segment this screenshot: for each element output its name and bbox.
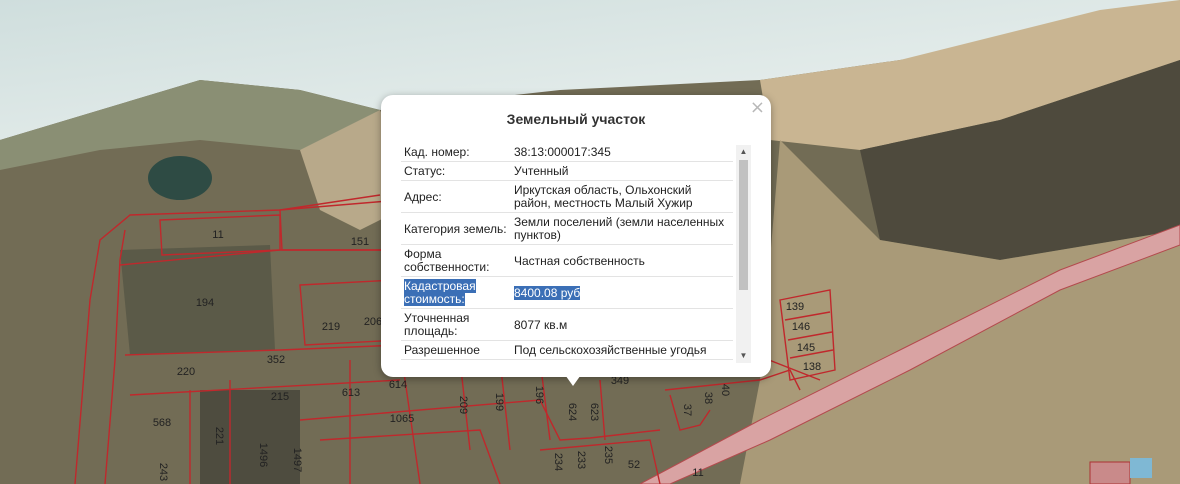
plot-label: 623 xyxy=(588,403,600,421)
row-label: Форма собственности: xyxy=(401,244,511,277)
plot-label: 220 xyxy=(177,366,195,378)
plot-label: 199 xyxy=(493,393,505,411)
popup-title: Земельный участок xyxy=(506,111,646,127)
row-value: Земли поселений (земли населенных пункто… xyxy=(511,212,733,245)
row-value: Учтенный xyxy=(511,161,733,181)
scroll-down-icon[interactable]: ▼ xyxy=(736,349,751,363)
plot-label: 613 xyxy=(342,387,360,399)
plot-label: 233 xyxy=(575,451,587,469)
row-label: Адрес: xyxy=(401,180,511,213)
scroll-up-icon[interactable]: ▲ xyxy=(736,145,751,159)
row-label: Кад. номер: xyxy=(401,143,511,162)
plot-label: 219 xyxy=(322,321,340,333)
plot-label: 1065 xyxy=(390,413,414,425)
table-row: Категория земель: Земли поселений (земли … xyxy=(401,212,733,245)
row-value: Частная собственность xyxy=(511,244,733,277)
plot-label: 52 xyxy=(628,459,640,471)
plot-label: 221 xyxy=(213,427,225,445)
scrollbar-thumb[interactable] xyxy=(739,160,748,290)
plot-label: 614 xyxy=(389,379,407,391)
plot-label: 37 xyxy=(681,404,693,416)
row-value: Под сельскохозяйственные угодья xyxy=(511,340,733,360)
row-value-selected: 8400.08 руб xyxy=(514,285,581,300)
info-table: Кад. номер: 38:13:000017:345 Статус: Учтен… xyxy=(401,143,733,360)
table-row: Уточненная площадь: 8077 кв.м xyxy=(401,308,733,341)
plot-label: 1497 xyxy=(291,448,303,472)
plot-label: 243 xyxy=(157,463,169,481)
plot-label: 352 xyxy=(267,354,285,366)
scrollbar[interactable]: ▲ ▼ xyxy=(736,145,751,363)
table-row: Адрес: Иркутская область, Ольхонский райо… xyxy=(401,180,733,213)
plot-label: 206 xyxy=(364,316,382,328)
row-value: 38:13:000017:345 xyxy=(511,143,733,162)
row-label: Категория земель: xyxy=(401,212,511,245)
row-value: 8077 кв.м xyxy=(511,308,733,341)
plot-label: 138 xyxy=(803,361,821,373)
plot-label: 151 xyxy=(351,236,369,248)
row-value: Иркутская область, Ольхонский район, мес… xyxy=(511,180,733,213)
plot-label: 11 xyxy=(212,229,223,241)
plot-label: 1496 xyxy=(257,443,269,467)
info-table-container[interactable]: Кад. номер: 38:13:000017:345 Статус: Учтен… xyxy=(401,143,733,363)
plot-label: 215 xyxy=(271,391,289,403)
popup-pointer xyxy=(563,372,583,386)
plot-label: 11 xyxy=(692,467,703,479)
table-row: Форма собственности: Частная собственност… xyxy=(401,244,733,277)
plot-label: 194 xyxy=(196,297,214,309)
plot-label: 38 xyxy=(702,392,714,404)
close-icon[interactable]: × xyxy=(750,97,765,118)
parcel-info-popup: Земельный участок × Кад. номер: 38:13:000… xyxy=(381,95,771,377)
table-row: Кадастровая стоимость: 8400.08 руб xyxy=(401,276,733,309)
table-row: Статус: Учтенный xyxy=(401,161,733,181)
plot-label: 209 xyxy=(457,396,469,414)
row-label: Статус: xyxy=(401,161,511,181)
plot-label: 40 xyxy=(719,384,731,396)
plot-label: 146 xyxy=(792,321,810,333)
plot-label: 624 xyxy=(566,403,578,421)
plot-label: 235 xyxy=(602,446,614,464)
table-row: Кад. номер: 38:13:000017:345 xyxy=(401,143,733,162)
plot-label: 568 xyxy=(153,417,171,429)
plot-label: 234 xyxy=(552,453,564,471)
row-label-selected: Кадастровая стоимость: xyxy=(404,279,476,306)
plot-label: 139 xyxy=(786,301,804,313)
plot-label: 145 xyxy=(797,342,815,354)
plot-label: 196 xyxy=(533,386,545,404)
table-row: Разрешенное Под сельскохозяйственные угод… xyxy=(401,340,733,360)
row-label: Разрешенное xyxy=(401,340,511,360)
row-label: Уточненная площадь: xyxy=(401,308,511,341)
